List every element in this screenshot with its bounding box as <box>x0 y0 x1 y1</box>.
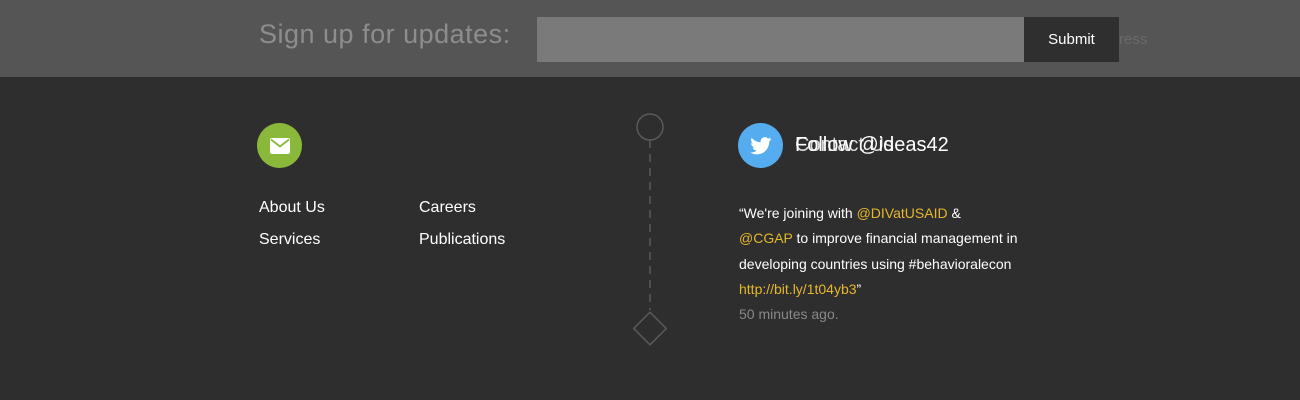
signup-bar: Sign up for updates: ress Submit <box>0 0 1300 77</box>
tweet-mention-divatusaid[interactable]: @DIVatUSAID <box>857 205 948 221</box>
envelope-icon-glyph <box>269 137 290 154</box>
tweet-text: “We're joining with @DIVatUSAID & @CGAP … <box>739 201 1039 302</box>
envelope-icon[interactable] <box>257 123 302 168</box>
tweet-part-1: We're joining with <box>743 205 857 221</box>
tweet-part-2: & <box>947 205 961 221</box>
twitter-bird-icon <box>749 136 771 154</box>
email-input[interactable] <box>537 17 1024 62</box>
twitter-heading: Follow @ideas42 <box>795 134 949 156</box>
signup-label: Sign up for updates: <box>259 19 511 49</box>
twitter-icon[interactable] <box>738 123 783 168</box>
timeline-divider <box>632 113 668 346</box>
tweet-close-quote: ” <box>856 280 862 297</box>
nav-services[interactable]: Services <box>259 231 320 249</box>
tweet-mention-cgap[interactable]: @CGAP <box>739 230 793 246</box>
tweet-link[interactable]: http://bit.ly/1t04yb3 <box>739 281 857 297</box>
nav-publications[interactable]: Publications <box>419 231 505 249</box>
nav-careers[interactable]: Careers <box>419 199 476 217</box>
submit-button[interactable]: Submit <box>1024 17 1119 62</box>
email-placeholder-overflow: ress <box>1119 31 1148 48</box>
nav-about-us[interactable]: About Us <box>259 199 325 217</box>
tweet-timestamp: 50 minutes ago. <box>739 306 839 322</box>
